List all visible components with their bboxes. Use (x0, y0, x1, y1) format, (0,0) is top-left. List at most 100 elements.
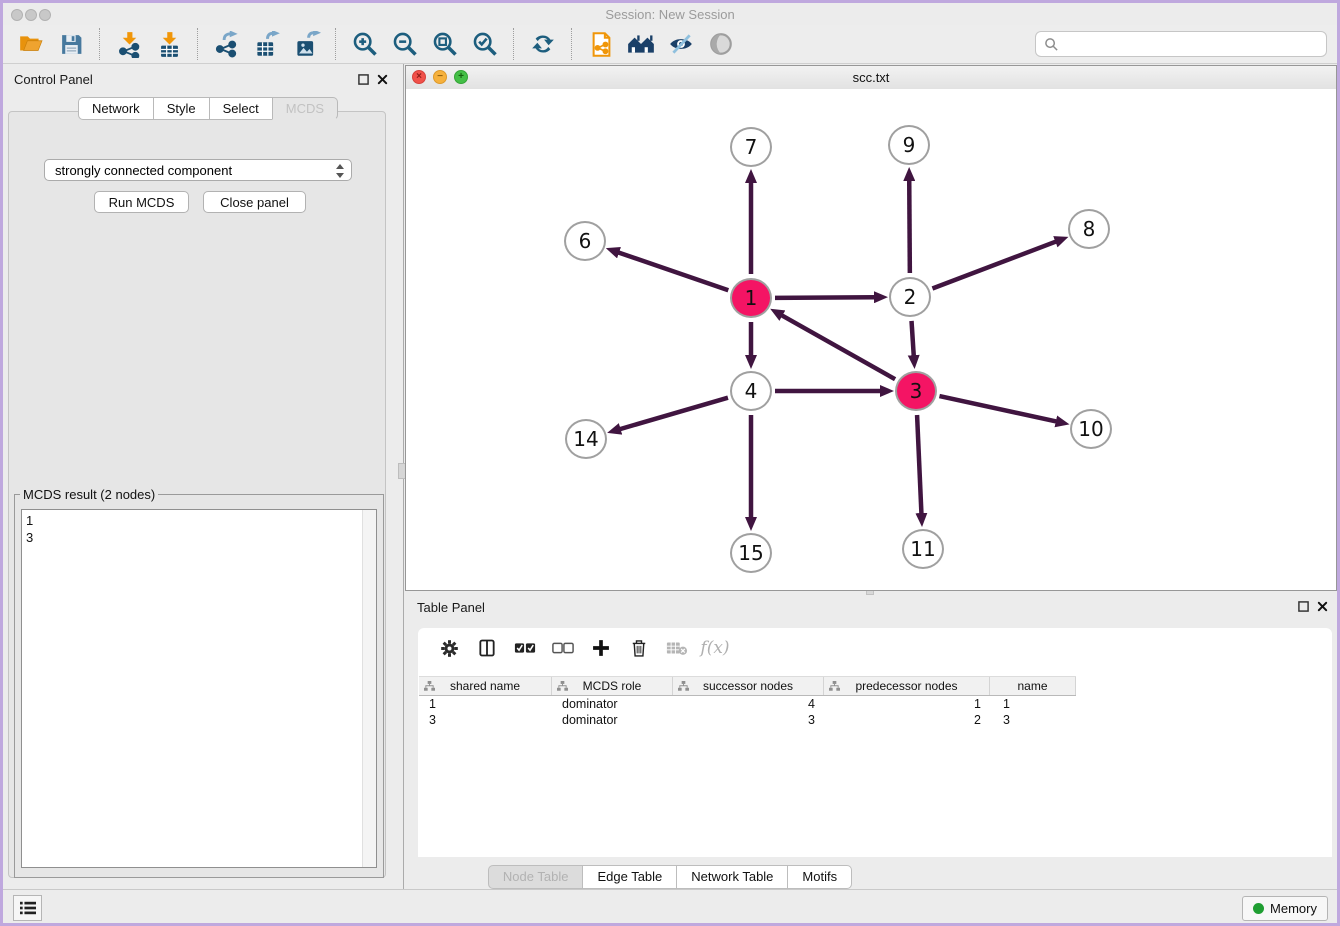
graph-node-4[interactable]: 4 (730, 371, 772, 411)
tab-edge-table[interactable]: Edge Table (582, 865, 676, 889)
duplicate-network-button[interactable] (584, 28, 618, 60)
graph-edge-2-8[interactable] (932, 241, 1056, 288)
zoom-in-button[interactable] (348, 28, 382, 60)
graph-node-9[interactable]: 9 (888, 125, 930, 165)
graph-edge-4-14[interactable] (620, 398, 728, 430)
table-cell[interactable]: dominator (552, 712, 673, 728)
table-row[interactable]: 1dominator411 (419, 696, 1076, 712)
memory-button[interactable]: Memory (1242, 896, 1328, 921)
tab-node-table[interactable]: Node Table (488, 865, 583, 889)
select-all-columns-button[interactable] (510, 635, 540, 661)
table-cell[interactable]: 1 (990, 696, 1076, 712)
graph-node-7[interactable]: 7 (730, 127, 772, 167)
attribute-settings-button[interactable] (434, 635, 464, 661)
graph-node-14[interactable]: 14 (565, 419, 607, 459)
memory-label: Memory (1270, 901, 1317, 916)
import-table-icon (156, 31, 183, 58)
graph-node-2[interactable]: 2 (889, 277, 931, 317)
column-type-icon (829, 681, 840, 692)
import-table-button[interactable] (152, 28, 186, 60)
tab-motifs[interactable]: Motifs (787, 865, 852, 889)
column-header-MCDS-role[interactable]: MCDS role (552, 677, 673, 695)
close-panel-icon[interactable] (377, 74, 388, 85)
delete-table-icon (666, 639, 688, 657)
graph-node-6[interactable]: 6 (564, 221, 606, 261)
search-icon (1044, 37, 1059, 52)
zoom-fit-button[interactable] (428, 28, 462, 60)
table-cell[interactable]: 3 (990, 712, 1076, 728)
mcds-result-line: 3 (26, 529, 376, 546)
graph-edge-2-9[interactable] (909, 180, 910, 273)
network-window-titlebar[interactable]: × − + scc.txt (406, 66, 1336, 90)
graph-edge-3-1[interactable] (781, 315, 895, 379)
table-cell[interactable]: 3 (673, 712, 824, 728)
scrollbar-track[interactable] (362, 510, 376, 867)
eye-disabled-icon (708, 31, 734, 57)
close-panel-button[interactable]: Close panel (203, 191, 306, 213)
table-cell[interactable]: 2 (824, 712, 990, 728)
column-browser-button[interactable] (472, 635, 502, 661)
column-header-successor-nodes[interactable]: successor nodes (673, 677, 824, 695)
graph-edge-3-10[interactable] (939, 396, 1056, 421)
table-cell[interactable]: dominator (552, 696, 673, 712)
mcds-result-line: 1 (26, 512, 376, 529)
tab-network-table[interactable]: Network Table (676, 865, 787, 889)
search-input[interactable] (1059, 36, 1326, 53)
graph-node-8[interactable]: 8 (1068, 209, 1110, 249)
float-panel-icon[interactable] (1298, 601, 1309, 612)
graph-node-15[interactable]: 15 (730, 533, 772, 573)
table-row[interactable]: 3dominator323 (419, 712, 1076, 728)
mcds-result-text[interactable]: 13 (21, 509, 377, 868)
criterion-dropdown[interactable]: strongly connected component (44, 159, 352, 181)
graph-edge-1-2[interactable] (775, 297, 875, 298)
graph-edge-3-11[interactable] (917, 415, 921, 514)
open-folder-icon (17, 31, 45, 57)
delete-column-button[interactable] (624, 635, 654, 661)
refresh-button[interactable] (526, 28, 560, 60)
table-cell[interactable]: 1 (419, 696, 552, 712)
graph-node-3[interactable]: 3 (895, 371, 937, 411)
first-neighbors-button[interactable] (624, 28, 658, 60)
function-builder-button[interactable]: f(x) (700, 635, 730, 661)
table-toolbar: f(x) (430, 634, 734, 662)
export-network-button[interactable] (210, 28, 244, 60)
graph-node-10[interactable]: 10 (1070, 409, 1112, 449)
plus-icon (591, 638, 611, 658)
tab-mcds[interactable]: MCDS (272, 97, 338, 120)
table-cell[interactable]: 3 (419, 712, 552, 728)
tab-network[interactable]: Network (78, 97, 153, 120)
graph-node-11[interactable]: 11 (902, 529, 944, 569)
hide-selected-button[interactable] (664, 28, 698, 60)
float-panel-icon[interactable] (358, 74, 369, 85)
graph-edge-2-3[interactable] (912, 321, 914, 356)
create-column-button[interactable] (586, 635, 616, 661)
open-file-button[interactable] (14, 28, 48, 60)
column-header-predecessor-nodes[interactable]: predecessor nodes (824, 677, 990, 695)
export-image-icon (294, 31, 321, 58)
tab-select[interactable]: Select (209, 97, 272, 120)
unselect-all-columns-button[interactable] (548, 635, 578, 661)
table-cell[interactable]: 4 (673, 696, 824, 712)
network-canvas[interactable]: 1 2 3 4 6 7 8 9 10 11 14 15 (406, 89, 1336, 590)
run-mcds-button[interactable]: Run MCDS (94, 191, 189, 213)
column-header-name[interactable]: name (990, 677, 1076, 695)
export-image-button[interactable] (290, 28, 324, 60)
graph-edge-1-6[interactable] (618, 252, 728, 290)
import-network-button[interactable] (112, 28, 146, 60)
tab-style[interactable]: Style (153, 97, 209, 120)
zoom-selected-button[interactable] (468, 28, 502, 60)
show-hidden-button[interactable] (704, 28, 738, 60)
table-cell[interactable]: 1 (824, 696, 990, 712)
column-header-shared-name[interactable]: shared name (419, 677, 552, 695)
column-type-icon (424, 681, 435, 692)
save-session-button[interactable] (54, 28, 88, 60)
column-header-label: shared name (450, 679, 520, 693)
zoom-out-button[interactable] (388, 28, 422, 60)
close-panel-icon[interactable] (1317, 601, 1328, 612)
delete-table-button[interactable] (662, 635, 692, 661)
unchecked-boxes-icon (552, 640, 574, 656)
memory-status-icon (1253, 903, 1264, 914)
export-table-button[interactable] (250, 28, 284, 60)
graph-node-1[interactable]: 1 (730, 278, 772, 318)
task-history-button[interactable] (13, 895, 42, 921)
